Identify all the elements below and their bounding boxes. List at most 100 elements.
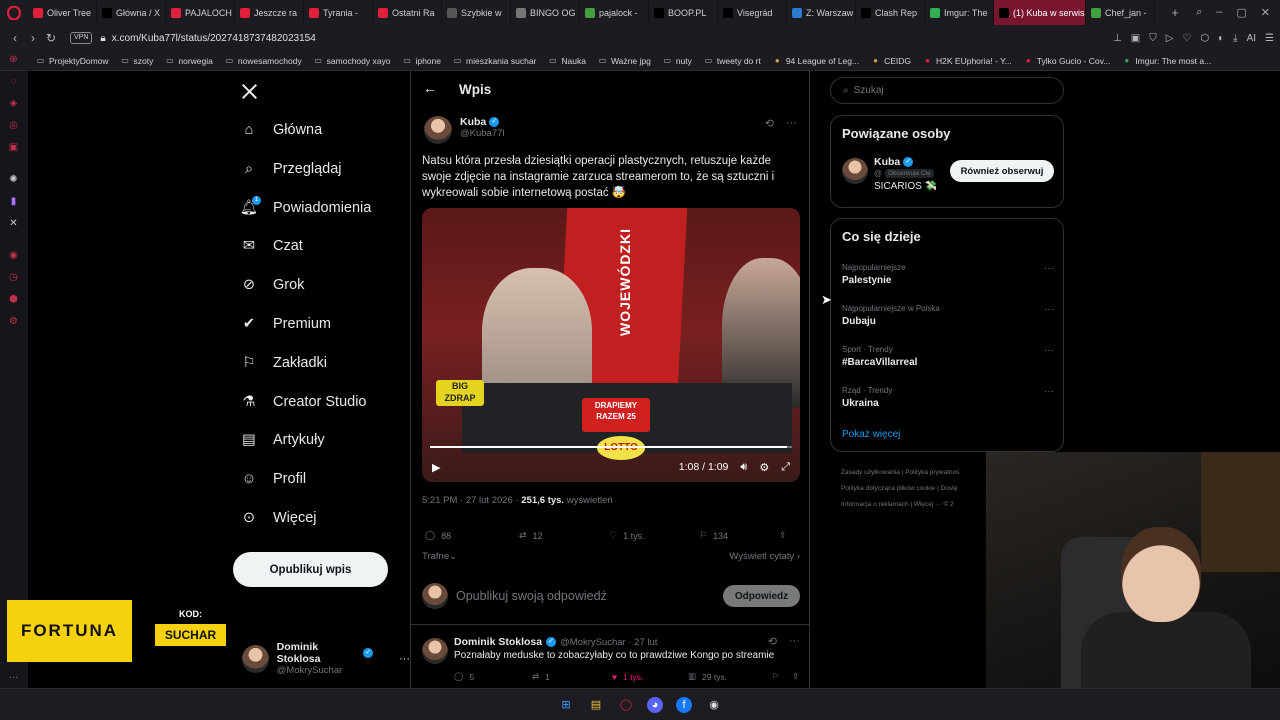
shield-icon[interactable]: ⛉ (1149, 33, 1157, 44)
menu-icon[interactable]: ☰ (1265, 33, 1274, 44)
nav-item-more[interactable]: ⊙ Więcej (240, 509, 317, 527)
sort-dropdown[interactable]: Trafne⌄ (422, 551, 457, 562)
reply-author-handle[interactable]: @MokrySuchar · 27 lut (560, 637, 657, 648)
opera-logo-icon[interactable] (0, 0, 28, 25)
bookmark-action[interactable]: ⚐ 134 (699, 530, 779, 541)
extensions-icon[interactable]: ⬡ (1200, 33, 1209, 44)
maximize-icon[interactable]: ▢ (1236, 6, 1246, 19)
nav-item-premium[interactable]: ✔ Premium (240, 315, 331, 333)
browser-tab[interactable]: PAJALOCH (166, 0, 235, 25)
obs-icon[interactable]: ◉ (706, 697, 722, 713)
reply-avatar[interactable] (422, 638, 448, 664)
bookmark-item[interactable]: ▭ nuty (663, 56, 692, 66)
bookmark-item[interactable]: ▭ mieszkania suchar (453, 56, 537, 66)
share-action[interactable]: ⇪ (779, 530, 787, 541)
bookmark-item[interactable]: ● Tylko Gucio - Cov... (1024, 56, 1110, 66)
repost-action[interactable]: ⇄ 12 (519, 530, 609, 541)
bookmark-item[interactable]: ▭ ProjektyDomow (36, 56, 109, 66)
browser-tab[interactable]: Visegrád (718, 0, 787, 25)
nav-item-article[interactable]: ▤ Artykuły (240, 431, 324, 449)
chatgpt-icon[interactable]: ✺ (7, 173, 20, 186)
url-field[interactable]: 🔒︎ x.com/Kuba77l/status/2027418737482023… (100, 33, 315, 44)
new-tab-button[interactable]: + (1164, 5, 1186, 20)
footer-line[interactable]: Zasady użytkowania | Polityka prywatnoś (841, 465, 991, 481)
nav-item-home[interactable]: ⌂ Główna (240, 121, 323, 139)
pin-icon[interactable]: ⊥ (1113, 33, 1122, 44)
browser-tab[interactable]: Ostatni Ra (373, 0, 442, 25)
author-name[interactable]: Kuba (460, 116, 486, 128)
clock-icon[interactable]: ◷ (7, 271, 20, 284)
bookmark-item[interactable]: ● H2K EUphoria! - Y... (923, 56, 1012, 66)
post-author[interactable]: Kuba ✓ @Kuba77l (424, 116, 505, 144)
post-timestamp[interactable]: 5:21 PM · 27 lut 2026 · (422, 495, 521, 506)
twitch-icon[interactable]: ▮ (7, 195, 20, 208)
minimize-icon[interactable]: – (1216, 6, 1222, 19)
trend-more-icon[interactable]: ··· (1044, 345, 1054, 356)
nav-item-profile[interactable]: ☺ Profil (240, 470, 306, 488)
bookmark-item[interactable]: ▭ szoty (121, 56, 153, 66)
windows-start-icon[interactable]: ⊞ (558, 697, 574, 713)
nav-item-bell[interactable]: 🔔︎ 1 Powiadomienia (240, 195, 371, 217)
heart-icon[interactable]: ♡ (1182, 33, 1191, 44)
browser-tab[interactable]: BOOP.PL (649, 0, 718, 25)
account-more-icon[interactable]: ··· (399, 653, 410, 665)
nav-item-bookmark[interactable]: ⚐ Zakładki (240, 354, 328, 372)
wallet-icon[interactable]: ◐ (1218, 33, 1224, 44)
bookmark-item[interactable]: ▭ iphone (402, 56, 441, 66)
trend-more-icon[interactable]: ··· (1044, 386, 1054, 397)
bookmark-item[interactable]: ▭ tweety do rt (704, 56, 761, 66)
browser-tab[interactable]: BINGO OG (511, 0, 580, 25)
close-window-icon[interactable]: ✕ (1261, 6, 1270, 19)
reply-bookmark-action[interactable]: ⚐ (772, 671, 792, 682)
discord-icon[interactable]: ◕ (647, 697, 663, 713)
trend-more-icon[interactable]: ··· (1044, 304, 1054, 315)
browser-tab[interactable]: Tyrania - (304, 0, 373, 25)
nav-item-flask[interactable]: ⚗ Creator Studio (240, 393, 367, 411)
volume-icon[interactable]: 🔊︎ (740, 461, 747, 474)
post-more-icon[interactable]: ··· (786, 117, 797, 130)
settings-icon[interactable]: ⚙ (7, 315, 20, 328)
x-logo-icon[interactable] (241, 83, 258, 105)
reload-icon[interactable]: ↻ (42, 31, 60, 45)
browser-tab[interactable]: Clash Rep (856, 0, 925, 25)
browser-tab[interactable]: Główna / X (97, 0, 166, 25)
video-player[interactable]: WOJEWÓDZKI BIG ZDRAP DRAPIEMY RAZEM 25 L… (422, 208, 800, 482)
trend-item[interactable]: Najpopularniejsze Palestynie ··· (842, 263, 1054, 286)
instagram-icon[interactable]: ▣ (7, 141, 20, 154)
trend-item[interactable]: Rząd · Trendy Ukraina ··· (842, 386, 1054, 409)
browser-tab[interactable]: Oliver Tree (28, 0, 97, 25)
show-more-link[interactable]: Pokaż więcej (842, 429, 900, 440)
file-explorer-icon[interactable]: ▤ (588, 697, 604, 713)
reply-action[interactable]: ◯ 88 (425, 530, 519, 541)
reply-author-name[interactable]: Dominik Stoklosa (454, 636, 542, 648)
reply-repost-action[interactable]: ⇄ 1 (532, 671, 612, 682)
messenger-icon[interactable]: ◎ (7, 119, 20, 132)
view-quotes-link[interactable]: Wyświetl cytaty › (729, 551, 800, 562)
url-text[interactable]: x.com/Kuba77l/status/2027418737482023154 (112, 33, 316, 44)
download-icon[interactable]: ⤓ (1233, 33, 1237, 44)
trend-item[interactable]: Najpopularniejsze w Polska Dubaju ··· (842, 304, 1054, 327)
grok-explain-icon[interactable]: ⟲ (765, 117, 774, 130)
footer-line[interactable]: Polityka dotycząca plików cookie | Dostę (841, 481, 991, 497)
trend-more-icon[interactable]: ··· (1044, 263, 1054, 274)
browser-tab[interactable]: Z: Warszaw (787, 0, 856, 25)
ai-button[interactable]: AI (1247, 33, 1256, 44)
browser-tab[interactable]: Jeszcze ra (235, 0, 304, 25)
nav-item-grok[interactable]: ⊘ Grok (240, 276, 305, 294)
browser-tab[interactable]: Szybkie w (442, 0, 511, 25)
search-tabs-icon[interactable]: ⌕ (1196, 6, 1202, 19)
bookmark-item[interactable]: ▭ nowesamochody (225, 56, 302, 66)
video-settings-icon[interactable]: ⚙ (759, 461, 769, 474)
bookmark-item[interactable]: ● CEIDG (871, 56, 911, 66)
reply-more-icon[interactable]: ··· (789, 635, 800, 648)
reply-reply-action[interactable]: ◯ 5 (454, 671, 532, 682)
speed-dial-icon[interactable]: ⊕ (7, 53, 20, 66)
history-icon[interactable]: ◌ (7, 75, 20, 88)
reply-button[interactable]: Odpowiedz (723, 585, 800, 607)
x-app-icon[interactable]: ✕ (7, 217, 20, 230)
bookmark-item[interactable]: ▭ Ważne jpg (598, 56, 651, 66)
aria-icon[interactable]: ◈ (7, 97, 20, 110)
extensions-sidebar-icon[interactable]: ⬢ (7, 293, 20, 306)
reply-share-action[interactable]: ⇪ (792, 671, 799, 682)
person-name[interactable]: Kuba (874, 156, 900, 168)
